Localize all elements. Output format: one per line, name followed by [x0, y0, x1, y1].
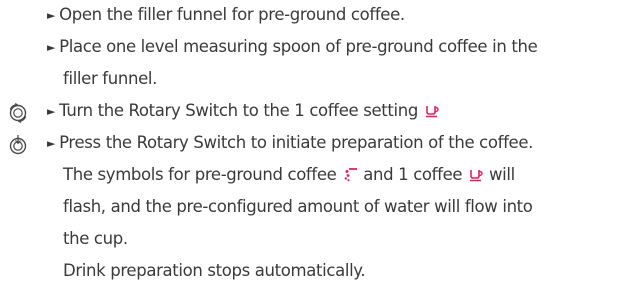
rotary-switch-turn-icon [9, 102, 27, 124]
step-4-line-2: The symbols for pre-ground coffee and 1 … [63, 160, 515, 190]
step-turn-switch: ► Turn the Rotary Switch to the 1 coffee … [0, 96, 630, 126]
step-open-funnel: ► Open the filler funnel for pre-ground c… [0, 0, 630, 30]
one-coffee-cup-icon [425, 106, 439, 118]
step-press-switch-cont-3: the cup. [0, 224, 630, 254]
step-4-text-1: Press the Rotary Switch to initiate prep… [59, 133, 534, 152]
step-press-switch: ► Press the Rotary Switch to initiate pre… [0, 128, 630, 158]
step-press-switch-cont-1: The symbols for pre-ground coffee and 1 … [0, 160, 630, 190]
pre-ground-coffee-icon [344, 168, 358, 182]
bullet-icon: ► [47, 9, 56, 22]
step-4-text-5: Drink preparation stops automatically. [63, 261, 366, 280]
step-4-line-1: ► Press the Rotary Switch to initiate pre… [47, 128, 533, 158]
step-4-text-2a: The symbols for pre-ground coffee [63, 165, 337, 184]
step-2-text-2: filler funnel. [63, 69, 158, 88]
bullet-icon: ► [47, 137, 56, 150]
rotary-switch-press-icon [9, 135, 27, 155]
step-3-text: Turn the Rotary Switch to the 1 coffee s… [59, 101, 418, 120]
step-1-line: ► Open the filler funnel for pre-ground c… [47, 0, 405, 30]
step-4-text-2b: and 1 coffee [363, 165, 463, 184]
step-place-spoon-cont: filler funnel. [0, 64, 630, 94]
step-1-text: Open the filler funnel for pre-ground co… [59, 5, 405, 24]
step-2-text-1: Place one level measuring spoon of pre-g… [59, 37, 538, 56]
step-2-line-1: ► Place one level measuring spoon of pre-… [47, 32, 538, 62]
instruction-page: ► Open the filler funnel for pre-ground c… [0, 0, 630, 305]
step-4-text-2c: will [489, 165, 515, 184]
bullet-icon: ► [47, 41, 56, 54]
one-coffee-cup-icon [470, 170, 483, 182]
step-4-text-3: flash, and the pre-configured amount of … [63, 197, 533, 216]
step-press-switch-cont-2: flash, and the pre-configured amount of … [0, 192, 630, 222]
step-place-spoon: ► Place one level measuring spoon of pre-… [0, 32, 630, 62]
step-3-line: ► Turn the Rotary Switch to the 1 coffee … [47, 96, 440, 126]
step-4-text-4: the cup. [63, 229, 128, 248]
step-press-switch-result: Drink preparation stops automatically. [0, 256, 630, 286]
bullet-icon: ► [47, 105, 56, 118]
